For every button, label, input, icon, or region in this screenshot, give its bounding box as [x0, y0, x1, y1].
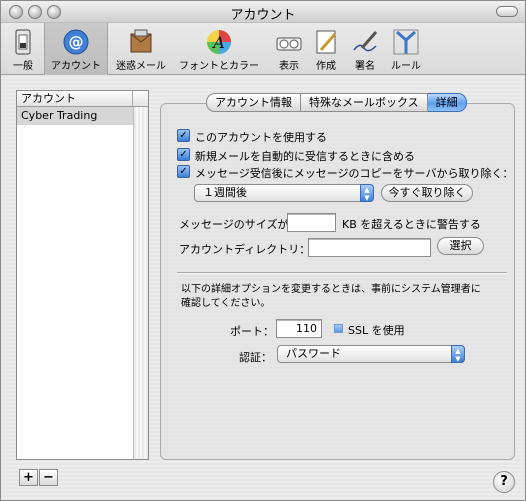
general-switch-icon: [15, 29, 31, 55]
tab-advanced[interactable]: 詳細: [427, 93, 467, 112]
port-label: ポート：: [230, 325, 274, 338]
accounts-preferences-window: アカウント 一般 @ アカウント 迷惑メール A フォントとカラー 表示 作成 …: [0, 0, 526, 501]
account-list-header[interactable]: アカウント: [17, 91, 148, 107]
add-account-button[interactable]: +: [19, 469, 38, 486]
include-new-mail-label: 新規メールを自動的に受信するときに含める: [195, 150, 415, 163]
tab-account-information[interactable]: アカウント情報: [206, 93, 301, 112]
junk-mail-icon: [130, 29, 152, 53]
authentication-popup[interactable]: パスワード ▲ ▼: [277, 345, 465, 363]
remove-account-button[interactable]: −: [39, 469, 58, 486]
message-size-label: メッセージのサイズが: [179, 218, 289, 231]
popup-arrows-icon: ▲ ▼: [360, 184, 374, 202]
account-directory-field[interactable]: [308, 238, 431, 257]
toolbar-item-signatures[interactable]: 署名: [347, 23, 383, 75]
port-field[interactable]: 110: [276, 319, 322, 338]
tab-special-mailboxes[interactable]: 特殊なメールボックス: [301, 93, 428, 112]
svg-text:A: A: [211, 33, 225, 52]
viewing-glasses-icon: [276, 37, 302, 51]
toolbar-item-general[interactable]: 一般: [3, 23, 43, 75]
window-title: アカウント: [230, 8, 296, 23]
account-directory-label: アカウントディレクトリ：: [179, 243, 311, 256]
toolbar-item-viewing[interactable]: 表示: [269, 23, 309, 75]
fonts-colors-icon: A: [207, 30, 231, 54]
rules-arrows-icon: [393, 29, 419, 55]
signature-pen-icon: [353, 31, 378, 52]
svg-text:@: @: [69, 33, 84, 51]
message-size-field[interactable]: [287, 213, 336, 232]
admin-notice: 以下の詳細オプションを変更するときは、事前にシステム管理者に確認してください。: [181, 284, 481, 309]
toolbar-toggle-button[interactable]: [496, 6, 518, 17]
enable-account-checkbox[interactable]: ✓: [177, 129, 190, 142]
toolbar-item-rules[interactable]: ルール: [385, 23, 427, 75]
remove-now-button[interactable]: 今すぐ取り除く: [381, 184, 473, 202]
toolbar-item-accounts[interactable]: @ アカウント: [44, 23, 108, 75]
account-list-scrollbar[interactable]: [133, 107, 148, 459]
toolbar-item-fonts-colors[interactable]: A フォントとカラー: [173, 23, 265, 75]
title-bar: アカウント: [1, 1, 525, 23]
preferences-toolbar: 一般 @ アカウント 迷惑メール A フォントとカラー 表示 作成 署名 ルール: [1, 23, 525, 75]
remove-copy-label: メッセージ受信後にメッセージのコピーをサーバから取り除く：: [195, 167, 514, 180]
authentication-label: 認証：: [239, 351, 272, 364]
account-tabs: アカウント情報 特殊なメールボックス 詳細: [206, 93, 467, 112]
account-list-item[interactable]: Cyber Trading: [17, 107, 148, 125]
toolbar-item-composing[interactable]: 作成: [309, 23, 343, 75]
at-sign-icon: @: [63, 29, 89, 55]
remove-after-popup[interactable]: １週間後 ▲ ▼: [194, 184, 374, 202]
help-button[interactable]: ?: [493, 471, 515, 493]
toolbar-item-junk-mail[interactable]: 迷惑メール: [111, 23, 171, 75]
section-divider: [177, 272, 507, 274]
popup-arrows-icon: ▲ ▼: [451, 345, 465, 363]
use-ssl-label: SSL を使用: [348, 324, 405, 337]
enable-account-label: このアカウントを使用する: [195, 131, 327, 144]
use-ssl-checkbox[interactable]: [334, 324, 343, 333]
compose-pencil-icon: [316, 30, 337, 54]
message-size-suffix: KB を超えるときに警告する: [342, 218, 481, 231]
account-list[interactable]: アカウント Cyber Trading: [16, 90, 149, 460]
select-directory-button[interactable]: 選択: [437, 237, 484, 255]
remove-copy-checkbox[interactable]: ✓: [177, 165, 190, 178]
include-new-mail-checkbox[interactable]: ✓: [177, 148, 190, 161]
